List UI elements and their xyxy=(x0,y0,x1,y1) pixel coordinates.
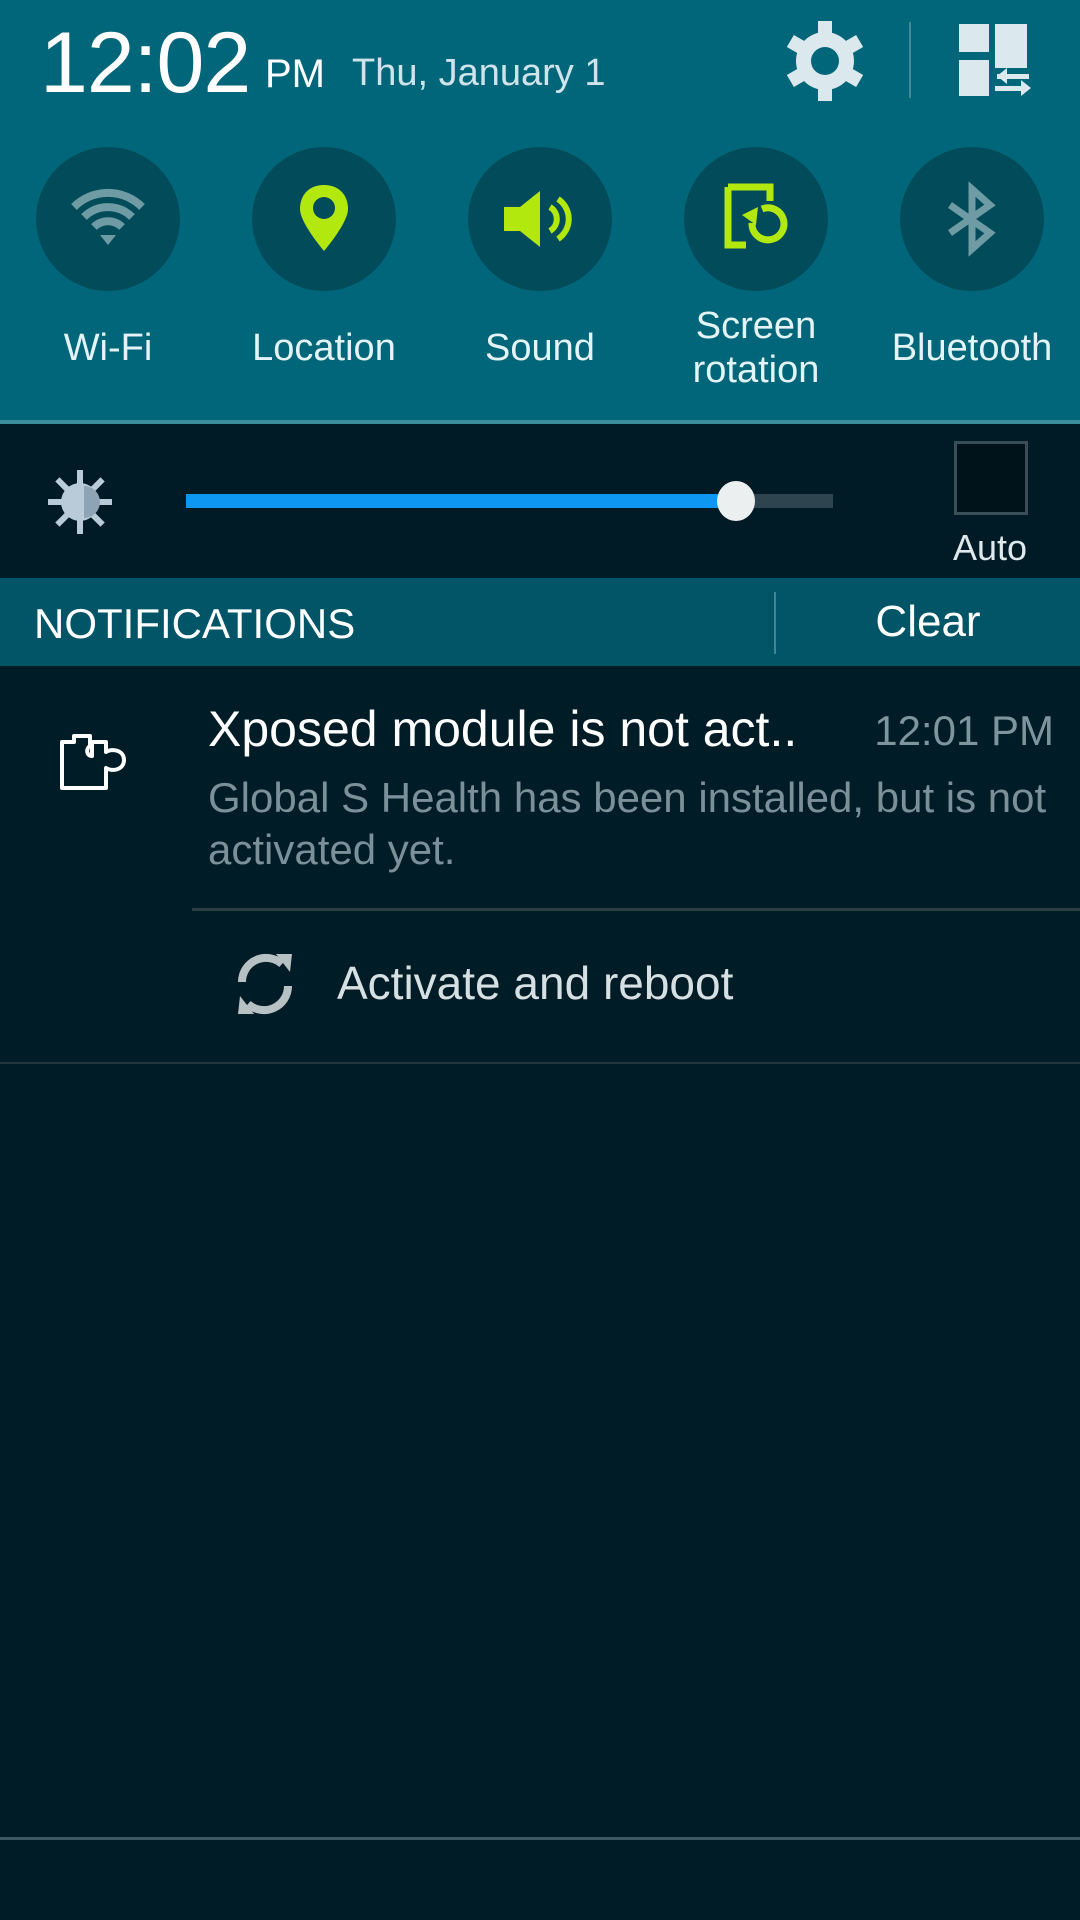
toggle-label: Screen xyxy=(695,305,817,347)
bottom-handle-line[interactable] xyxy=(0,1837,1080,1840)
brightness-slider-fill xyxy=(186,494,736,508)
location-pin-icon xyxy=(300,185,348,251)
clock-time: 12:02 xyxy=(40,15,251,111)
brightness-icon xyxy=(46,468,114,536)
brightness-slider-thumb[interactable] xyxy=(717,481,755,521)
wifi-icon xyxy=(71,188,145,245)
toggle-circle xyxy=(252,147,396,291)
toggle-circle xyxy=(468,147,612,291)
screen-rotation-icon xyxy=(724,183,788,249)
notification-separator xyxy=(192,908,1080,911)
speaker-icon xyxy=(504,191,572,247)
notification-body: Global S Health has been installed, but … xyxy=(208,774,1047,873)
notification-title: Xposed module is not act.. xyxy=(208,701,798,757)
settings-button[interactable] xyxy=(780,18,870,104)
toggle-sound[interactable]: Sound xyxy=(432,147,648,407)
toggle-label: Sound xyxy=(485,327,595,369)
toggle-location[interactable]: Location xyxy=(216,147,432,407)
puzzle-piece-icon xyxy=(58,732,134,792)
notifications-title: NOTIFICATIONS xyxy=(34,600,356,647)
toggle-bluetooth[interactable]: Bluetooth xyxy=(864,147,1080,407)
clear-button[interactable]: Clear xyxy=(776,578,1080,666)
toggle-label-line2: rotation xyxy=(692,349,820,391)
notification-time: 12:01 PM xyxy=(874,707,1054,754)
date-label[interactable]: Thu, January 1 xyxy=(352,52,605,95)
toggle-wifi[interactable]: Wi-Fi xyxy=(0,147,216,407)
toggle-circle xyxy=(36,147,180,291)
gear-icon xyxy=(786,21,864,101)
auto-brightness-checkbox[interactable] xyxy=(954,441,1028,515)
header-divider xyxy=(909,22,911,98)
clock-ampm: PM xyxy=(265,52,325,96)
notification-list-separator xyxy=(0,1062,1080,1064)
toggle-label: Wi-Fi xyxy=(63,327,153,369)
toggle-label: Location xyxy=(252,327,396,369)
toggle-label: Bluetooth xyxy=(891,327,1053,369)
bluetooth-icon xyxy=(947,181,996,257)
toggle-screen-rotation[interactable]: Screen rotation xyxy=(648,147,864,407)
sync-icon xyxy=(230,948,300,1020)
toggle-circle xyxy=(684,147,828,291)
grid-swap-icon xyxy=(959,24,1031,96)
toggle-circle xyxy=(900,147,1044,291)
auto-brightness-label: Auto xyxy=(952,527,1028,568)
edit-toggles-button[interactable] xyxy=(955,22,1035,98)
action-label: Activate and reboot xyxy=(337,957,734,1009)
